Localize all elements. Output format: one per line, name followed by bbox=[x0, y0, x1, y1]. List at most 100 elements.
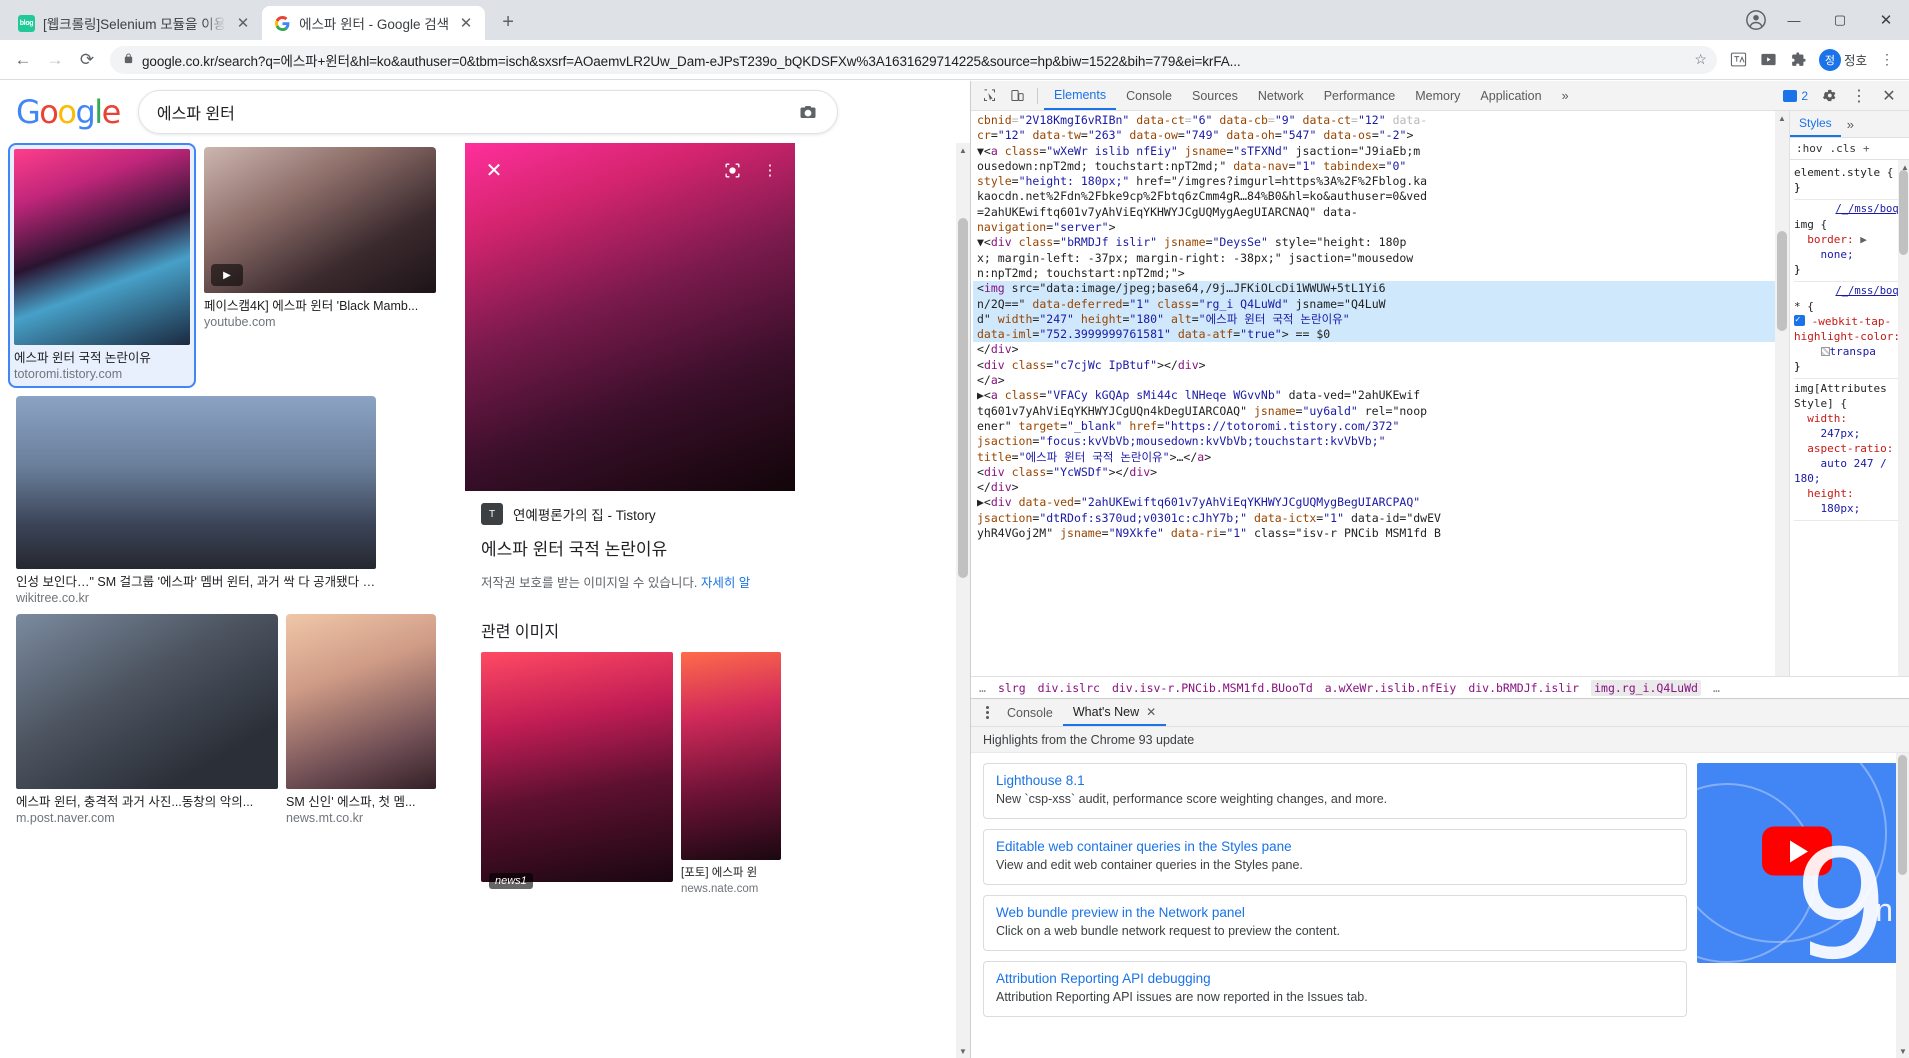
image-result[interactable]: 에스파 윈터, 충격적 과거 사진...동창의 악의... m.post.nav… bbox=[16, 614, 278, 826]
browser-menu-icon[interactable]: ⋮ bbox=[1873, 46, 1901, 74]
style-declaration[interactable]: -webkit-tap-highlight-color: transpa bbox=[1794, 313, 1905, 359]
drawer-scrollbar[interactable]: ▲ ▼ bbox=[1896, 753, 1909, 1058]
scrollbar-thumb[interactable] bbox=[958, 218, 968, 578]
result-thumbnail[interactable] bbox=[481, 652, 673, 882]
devtools-tab-network[interactable]: Network bbox=[1248, 81, 1314, 110]
tab-close-icon[interactable]: ✕ bbox=[457, 14, 475, 32]
breadcrumb-item[interactable]: div.bRMDJf.islir bbox=[1468, 681, 1579, 695]
whats-new-title[interactable]: Web bundle preview in the Network panel bbox=[996, 905, 1674, 920]
address-bar[interactable]: google.co.kr/search?q=에스파+윈터&hl=ko&authu… bbox=[110, 45, 1717, 74]
style-value[interactable]: none; bbox=[1821, 248, 1854, 261]
devtools-tab-memory[interactable]: Memory bbox=[1405, 81, 1470, 110]
breadcrumb-item[interactable]: slrg bbox=[998, 681, 1026, 695]
dom-line[interactable]: cbnid="2V18KmgI6vRIBn" data-ct="6" data-… bbox=[973, 113, 1775, 128]
dom-line[interactable]: jsaction="dtRDof:s370ud;v0301c:cJhY7b;" … bbox=[973, 511, 1775, 526]
result-thumbnail[interactable] bbox=[681, 652, 781, 860]
dom-line[interactable]: navigation="server"> bbox=[973, 220, 1775, 235]
style-rule[interactable]: element.style {} bbox=[1794, 163, 1905, 200]
google-search-box[interactable]: 에스파 윈터 bbox=[137, 90, 838, 134]
dom-line[interactable]: </a> bbox=[973, 373, 1775, 388]
more-vertical-icon[interactable]: ⋮ bbox=[1845, 83, 1873, 109]
scrollbar-thumb[interactable] bbox=[1899, 170, 1908, 255]
dom-line[interactable]: tq601v7yAhViEqYKHWYJCgUQn4kDegUIARCOAQ" … bbox=[973, 404, 1775, 419]
style-rule[interactable]: /_/mss/boq…* { -webkit-tap-highlight-col… bbox=[1794, 282, 1905, 379]
breadcrumb-item[interactable]: div.isv-r.PNCib.MSM1fd.BUooTd bbox=[1112, 681, 1313, 695]
dom-line[interactable]: cr="12" data-tw="263" data-ow="749" data… bbox=[973, 128, 1775, 143]
close-icon[interactable]: ✕ bbox=[479, 155, 509, 185]
scrollbar-thumb[interactable] bbox=[1777, 231, 1787, 331]
browser-tab-1[interactable]: blog [웹크롤링]Selenium 모듈을 이용 ✕ bbox=[6, 6, 263, 40]
style-value[interactable]: 180px; bbox=[1821, 502, 1861, 515]
whats-new-card[interactable]: Attribution Reporting API debugging Attri… bbox=[983, 961, 1687, 1017]
devtools-tab-sources[interactable]: Sources bbox=[1182, 81, 1248, 110]
extensions-puzzle-icon[interactable] bbox=[1785, 46, 1813, 74]
tab-close-icon[interactable]: ✕ bbox=[234, 14, 252, 32]
profile-avatar-button[interactable]: 정 정호 bbox=[1815, 48, 1871, 71]
style-rule[interactable]: /_/mss/boq… img { border: ▶ none;} bbox=[1794, 200, 1905, 282]
dom-line[interactable]: ousedown:npT2md; touchstart:npT2md;" dat… bbox=[973, 159, 1775, 174]
dom-line[interactable]: ener" target="_blank" href="https://toto… bbox=[973, 419, 1775, 434]
dom-tree-pane[interactable]: cbnid="2V18KmgI6vRIBn" data-ct="6" data-… bbox=[971, 111, 1789, 676]
gear-icon[interactable] bbox=[1815, 83, 1843, 109]
style-value[interactable]: transpa bbox=[1830, 345, 1876, 358]
whats-new-title[interactable]: Editable web container queries in the St… bbox=[996, 839, 1674, 854]
result-thumbnail[interactable] bbox=[286, 614, 436, 789]
reload-button[interactable]: ⟳ bbox=[72, 45, 102, 75]
dom-line[interactable]: ▼<div class="bRMDJf islir" jsname="DeysS… bbox=[973, 235, 1775, 250]
cls-toggle[interactable]: .cls bbox=[1830, 142, 1857, 155]
dom-line[interactable]: jsaction="focus:kvVbVb;mousedown:kvVbVb;… bbox=[973, 434, 1775, 449]
devtools-tabs-overflow[interactable]: » bbox=[1552, 81, 1579, 110]
drawer-tab-whats-new[interactable]: What's New ✕ bbox=[1062, 699, 1167, 726]
bookmark-star-icon[interactable]: ☆ bbox=[1694, 51, 1707, 68]
profile-badge[interactable] bbox=[1745, 9, 1767, 31]
dom-line[interactable]: yhR4VGoj2M" jsname="N9Xkfe" data-ri="1" … bbox=[973, 526, 1775, 541]
dom-line[interactable]: =2ahUKEwiftq601v7yAhViEqYKHWYJCgUQMygAeg… bbox=[973, 205, 1775, 220]
color-swatch[interactable] bbox=[1820, 347, 1830, 356]
dom-line-selected[interactable]: <img src="data:image/jpeg;base64,/9j…JFK… bbox=[973, 281, 1775, 297]
style-value[interactable]: auto 247 / 180; bbox=[1794, 457, 1887, 485]
media-player-icon[interactable] bbox=[1755, 46, 1783, 74]
scroll-up-icon[interactable]: ▲ bbox=[1775, 111, 1789, 125]
style-selector[interactable]: img { bbox=[1794, 217, 1905, 232]
breadcrumb-item[interactable]: div.islrc bbox=[1038, 681, 1100, 695]
dom-line[interactable]: </div> bbox=[973, 342, 1775, 357]
style-property[interactable]: width: bbox=[1807, 412, 1847, 425]
style-rule[interactable]: img[Attributes Style] { width: 247px; as… bbox=[1794, 379, 1905, 521]
result-thumbnail[interactable] bbox=[16, 614, 278, 789]
style-enable-checkbox[interactable] bbox=[1794, 313, 1805, 328]
styles-overflow-icon[interactable]: » bbox=[1841, 117, 1860, 132]
dom-line[interactable]: ▼<a class="wXeWr islib nfEiy" jsname="sT… bbox=[973, 144, 1775, 159]
style-property[interactable]: height: bbox=[1807, 487, 1853, 500]
dom-line-selected[interactable]: n/2Q==" data-deferred="1" class="rg_i Q4… bbox=[973, 296, 1775, 312]
style-selector[interactable]: * { bbox=[1794, 299, 1905, 314]
style-declaration[interactable]: aspect-ratio: auto 247 / 180; bbox=[1794, 441, 1905, 486]
style-property[interactable]: border: bbox=[1807, 233, 1853, 246]
result-thumbnail[interactable] bbox=[16, 396, 376, 569]
dom-line-selected[interactable]: data-iml="752.3999999761581" data-atf="t… bbox=[973, 327, 1775, 343]
google-lens-icon[interactable] bbox=[717, 155, 747, 185]
page-scrollbar[interactable]: ▲ ▼ bbox=[956, 143, 970, 1058]
dom-line[interactable]: ▶<a class="VFACy kGQAp sMi44c lNHeqe WGv… bbox=[973, 388, 1775, 403]
more-vertical-icon[interactable]: ⋮ bbox=[755, 155, 785, 185]
whats-new-title[interactable]: Lighthouse 8.1 bbox=[996, 773, 1674, 788]
breadcrumb-overflow[interactable]: … bbox=[1713, 681, 1720, 695]
dom-line[interactable]: style="height: 180px;" href="/imgres?img… bbox=[973, 174, 1775, 189]
image-result-selected[interactable]: 에스파 윈터 국적 논란이유 totoromi.tistory.com bbox=[8, 143, 196, 388]
hov-toggle[interactable]: :hov bbox=[1796, 142, 1823, 155]
dom-scrollbar[interactable]: ▲ bbox=[1775, 111, 1789, 676]
styles-rules-list[interactable]: element.style {}/_/mss/boq… img { border:… bbox=[1790, 160, 1909, 676]
image-result[interactable]: ▶ 페이스캠4K] 에스파 윈터 'Black Mamb... youtube.… bbox=[204, 147, 436, 388]
image-result[interactable]: 인성 보인다…" SM 걸그룹 '에스파' 멤버 윈터, 과거 싹 다 공개됐다… bbox=[16, 396, 376, 606]
related-image-2[interactable]: [포토] 에스파 윈 news.nate.com bbox=[681, 652, 781, 897]
drawer-tab-console[interactable]: Console bbox=[997, 699, 1063, 726]
whats-new-card[interactable]: Lighthouse 8.1 New `csp-xss` audit, perfo… bbox=[983, 763, 1687, 819]
styles-scrollbar[interactable]: ▲ bbox=[1898, 160, 1909, 676]
dom-line[interactable]: kaocdn.net%2Fdn%2Fbke9cp%2Fbtq6zCmm4gR…8… bbox=[973, 189, 1775, 204]
dom-line[interactable]: title="에스파 윈터 국적 논란이유">…</a> bbox=[973, 450, 1775, 465]
camera-icon[interactable] bbox=[797, 102, 819, 122]
dom-line-selected[interactable]: d" width="247" height="180" alt="에스파 윈터 … bbox=[973, 311, 1775, 328]
window-maximize-button[interactable]: ▢ bbox=[1817, 0, 1863, 40]
scroll-up-icon[interactable]: ▲ bbox=[956, 143, 970, 157]
google-logo[interactable]: Google bbox=[16, 93, 121, 131]
device-toolbar-icon[interactable] bbox=[1003, 83, 1031, 109]
